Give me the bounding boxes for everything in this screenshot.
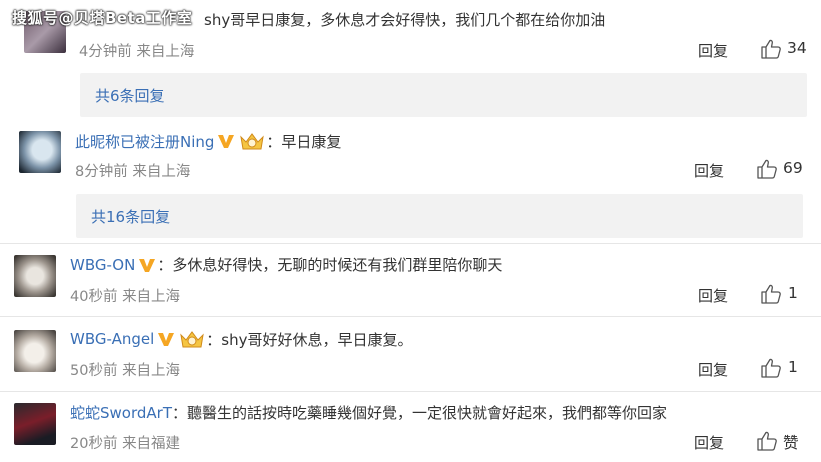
thumbs-up-icon[interactable]: [760, 358, 782, 378]
comment-text: WBG-ON ：多休息好得快，无聊的时候还有我们群里陪你聊天: [70, 254, 502, 275]
sub-replies-box: 共16条回复: [76, 194, 803, 238]
v-badge-icon: [218, 135, 235, 148]
avatar[interactable]: [19, 131, 61, 173]
thumbs-up-icon[interactable]: [756, 159, 778, 179]
divider: [0, 243, 821, 244]
avatar[interactable]: [14, 330, 56, 372]
comment-meta: 40秒前 来自上海: [70, 285, 180, 306]
v-badge-icon: [139, 258, 156, 272]
like-count: 1: [788, 284, 798, 302]
comment-meta: 4分钟前 来自上海: [79, 40, 194, 61]
comment-body: ：shy哥好好休息，早日康复。: [206, 330, 413, 349]
comment-time: 4分钟前: [79, 44, 132, 60]
comment-time: 50秒前: [70, 363, 118, 379]
comment-time: 40秒前: [70, 289, 118, 305]
comment-location: 来自上海: [136, 44, 195, 60]
thumbs-up-icon[interactable]: [756, 431, 778, 451]
reply-button[interactable]: 回复: [694, 432, 724, 453]
avatar[interactable]: [14, 255, 56, 297]
comment-meta: 20秒前 来自福建: [70, 432, 180, 453]
comment-location: 来自上海: [122, 289, 181, 305]
reply-button[interactable]: 回复: [698, 40, 728, 61]
comment-body: ：多休息好得快，无聊的时候还有我们群里陪你聊天: [157, 256, 503, 274]
comment-location: 来自上海: [132, 164, 191, 180]
watermark: 搜狐号@贝塔Beta工作室: [12, 9, 193, 27]
like-label[interactable]: 赞: [783, 431, 799, 453]
like-count: 1: [788, 358, 798, 376]
reply-button[interactable]: 回复: [698, 285, 728, 306]
reply-button[interactable]: 回复: [694, 160, 724, 181]
sub-replies-link[interactable]: 共16条回复: [91, 206, 170, 227]
comment-location: 来自福建: [122, 436, 181, 452]
crown-badge-icon: [178, 328, 206, 350]
divider: [0, 316, 821, 317]
comment-location: 来自上海: [122, 363, 181, 379]
comment-text: WBG-Angel ：shy哥好好休息，早日康复。: [70, 328, 412, 350]
sub-replies-box: 共6条回复: [80, 73, 807, 117]
username-link[interactable]: WBG-Angel: [70, 330, 154, 348]
comment-text: shy哥早日康复，多休息才会好得快，我们几个都在给你加油: [204, 9, 605, 30]
divider: [0, 391, 821, 392]
username-link[interactable]: 此昵称已被注册Ning: [75, 131, 214, 152]
comment-meta: 50秒前 来自上海: [70, 359, 180, 380]
comment-time: 8分钟前: [75, 164, 128, 180]
like-count: 34: [787, 39, 807, 57]
comment-text: 此昵称已被注册Ning ：早日康复: [75, 130, 341, 152]
thumbs-up-icon[interactable]: [760, 39, 782, 59]
v-badge-icon: [158, 333, 175, 346]
like-count: 69: [783, 159, 803, 177]
thumbs-up-icon[interactable]: [760, 284, 782, 304]
comment-body: ：早日康复: [266, 132, 342, 151]
comment-body: ：聽醫生的話按時吃藥睡幾個好覺，一定很快就會好起來，我們都等你回家: [171, 404, 667, 422]
sub-replies-link[interactable]: 共6条回复: [95, 85, 165, 106]
comment-meta: 8分钟前 来自上海: [75, 160, 190, 181]
comment-text: 蛇蛇SwordArT ：聽醫生的話按時吃藥睡幾個好覺，一定很快就會好起來，我們都…: [70, 402, 667, 423]
username-link[interactable]: WBG-ON: [70, 256, 135, 274]
comment-body: shy哥早日康复，多休息才会好得快，我们几个都在给你加油: [204, 11, 606, 29]
comment-time: 20秒前: [70, 436, 118, 452]
crown-badge-icon: [238, 130, 266, 152]
reply-button[interactable]: 回复: [698, 359, 728, 380]
avatar[interactable]: [14, 403, 56, 445]
username-link[interactable]: 蛇蛇SwordArT: [70, 402, 172, 423]
